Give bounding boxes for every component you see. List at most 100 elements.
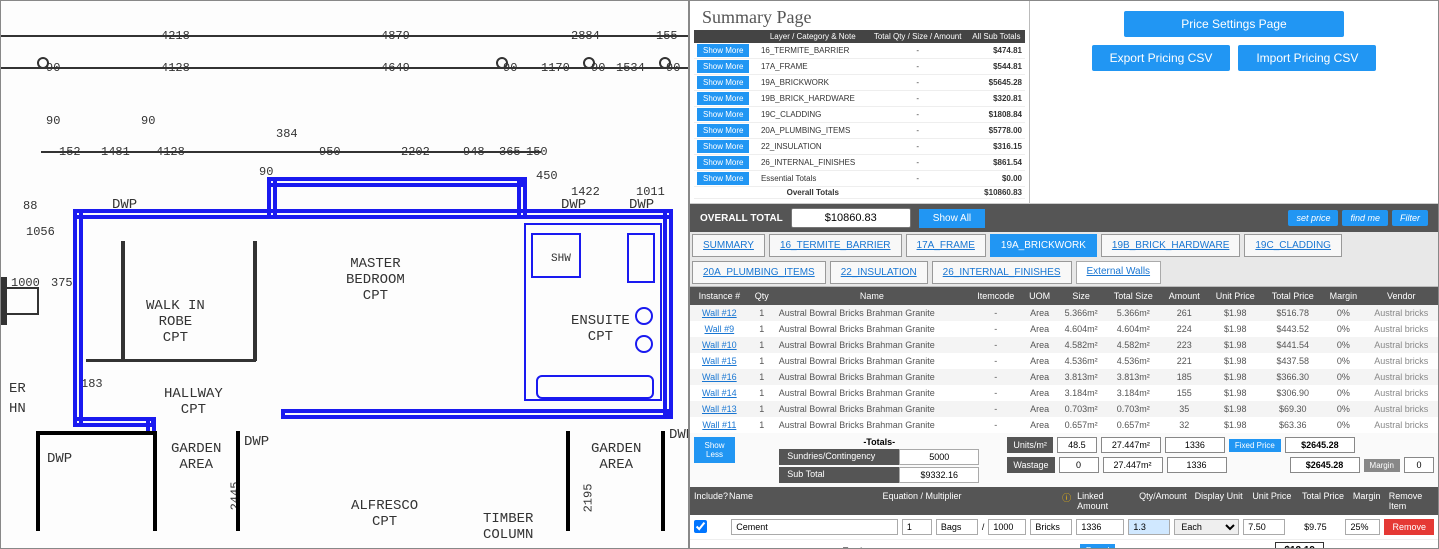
units-m2-label: Units/m² xyxy=(1007,437,1053,453)
overall-total-value[interactable] xyxy=(791,208,911,228)
filter-button[interactable]: Filter xyxy=(1392,210,1428,226)
margin-input[interactable] xyxy=(1404,457,1434,473)
dwp-label: DWP xyxy=(669,427,689,443)
wastage-label: Wastage xyxy=(1007,457,1054,473)
tab-17a_frame[interactable]: 17A_FRAME xyxy=(906,234,986,257)
room-hallway: HALLWAY CPT xyxy=(164,386,223,418)
tab-19a_brickwork[interactable]: 19A_BRICKWORK xyxy=(990,234,1097,257)
dim: 183 xyxy=(81,377,103,391)
dim: 375 xyxy=(51,276,73,290)
tab-19c_cladding[interactable]: 19C_CLADDING xyxy=(1244,234,1342,257)
show-more-button[interactable]: Show More xyxy=(697,44,749,57)
show-more-button[interactable]: Show More xyxy=(697,92,749,105)
summary-page: Summary Page Layer / Category & Note Tot… xyxy=(690,1,1030,203)
dim: 384 xyxy=(276,127,298,141)
instance-link[interactable]: Wall #9 xyxy=(704,324,734,334)
area-readout-2 xyxy=(1103,457,1163,473)
table-row: Wall #141Austral Bowral Bricks Brahman G… xyxy=(690,385,1438,401)
equation-input[interactable] xyxy=(902,519,932,535)
sub-items-header: Include? Name Equation / Multiplier ⓘ Li… xyxy=(690,487,1438,515)
er-label: ER xyxy=(9,381,26,397)
round-button[interactable]: Round xyxy=(1080,544,1116,549)
tab-19b_brick_hardware[interactable]: 19B_BRICK_HARDWARE xyxy=(1101,234,1240,257)
table-row: Wall #111Austral Bowral Bricks Brahman G… xyxy=(690,417,1438,433)
tab-22_insulation[interactable]: 22_INSULATION xyxy=(830,261,928,284)
dwp-label: DWP xyxy=(244,434,269,450)
instance-link[interactable]: Wall #11 xyxy=(702,420,736,430)
linked-amount-input[interactable] xyxy=(1076,519,1124,535)
import-pricing-csv-button[interactable]: Import Pricing CSV xyxy=(1238,45,1376,71)
summary-category: 19A_BRICKWORK xyxy=(758,75,868,91)
include-checkbox[interactable] xyxy=(694,520,707,533)
sundries-value[interactable]: 5000 xyxy=(899,449,979,465)
wastage-input[interactable] xyxy=(1059,457,1099,473)
subtotal-value: $9332.16 xyxy=(899,467,979,483)
floorplan-panel[interactable]: 4218 4879 2884 155 90 4128 4649 90 1170 … xyxy=(0,0,689,549)
overall-total-label: OVERALL TOTAL xyxy=(694,213,783,224)
instance-link[interactable]: Wall #13 xyxy=(702,404,737,414)
show-more-button[interactable]: Show More xyxy=(697,140,749,153)
item-name-input[interactable] xyxy=(731,519,898,535)
show-less-button[interactable]: Show Less xyxy=(694,437,735,463)
show-more-button[interactable]: Show More xyxy=(697,76,749,89)
instance-link[interactable]: Wall #15 xyxy=(702,356,737,366)
margin-button[interactable]: Margin xyxy=(1364,459,1400,472)
line-total: $12.19 xyxy=(1275,542,1324,549)
tab-26_internal_finishes[interactable]: 26_INTERNAL_FINISHES xyxy=(932,261,1072,284)
tab-20a_plumbing_items[interactable]: 20A_PLUMBING_ITEMS xyxy=(692,261,826,284)
dim: 88 xyxy=(23,199,37,213)
instance-link[interactable]: Wall #10 xyxy=(702,340,737,350)
summary-category: 17A_FRAME xyxy=(758,59,868,75)
summary-category: Essential Totals xyxy=(758,171,868,187)
summary-category: 26_INTERNAL_FINISHES xyxy=(758,155,868,171)
remove-button[interactable]: Remove xyxy=(1384,519,1434,535)
dim: 450 xyxy=(536,169,558,183)
units-m2-input[interactable] xyxy=(1057,437,1097,453)
tab-16_termite_barrier[interactable]: 16_TERMITE_BARRIER xyxy=(769,234,902,257)
table-row: Wall #151Austral Bowral Bricks Brahman G… xyxy=(690,353,1438,369)
show-more-button[interactable]: Show More xyxy=(697,60,749,73)
summary-category: 16_TERMITE_BARRIER xyxy=(758,43,868,59)
area-readout xyxy=(1101,437,1161,453)
summary-category: 19C_CLADDING xyxy=(758,107,868,123)
summary-category: 19B_BRICK_HARDWARE xyxy=(758,91,868,107)
room-garden2: GARDEN AREA xyxy=(591,441,641,473)
find-me-button[interactable]: find me xyxy=(1342,210,1388,226)
dim: 1056 xyxy=(26,225,55,239)
qty-amount-input[interactable] xyxy=(1128,519,1170,535)
items-grid: Instance #QtyNameItemcodeUOMSizeTotal Si… xyxy=(690,287,1438,433)
set-price-button[interactable]: set price xyxy=(1288,210,1338,226)
show-more-button[interactable]: Show More xyxy=(697,124,749,137)
info-icon: ⓘ xyxy=(1058,487,1073,515)
equation-unit-input[interactable] xyxy=(936,519,978,535)
fixed-price-button[interactable]: Fixed Price xyxy=(1229,439,1281,452)
instance-link[interactable]: Wall #12 xyxy=(702,308,737,318)
export-pricing-csv-button[interactable]: Export Pricing CSV xyxy=(1092,45,1231,71)
display-unit-select[interactable]: Each xyxy=(1174,519,1239,535)
show-more-button[interactable]: Show More xyxy=(697,156,749,169)
table-row: Wall #121Austral Bowral Bricks Brahman G… xyxy=(690,305,1438,321)
multiplier-unit-input[interactable] xyxy=(1030,519,1072,535)
pricing-panel: Summary Page Layer / Category & Note Tot… xyxy=(689,0,1439,549)
show-more-button[interactable]: Show More xyxy=(697,108,749,121)
table-row: Wall #161Austral Bowral Bricks Brahman G… xyxy=(690,369,1438,385)
room-timber: TIMBER COLUMN xyxy=(483,511,533,543)
summary-category: 20A_PLUMBING_ITEMS xyxy=(758,123,868,139)
price-settings-button[interactable]: Price Settings Page xyxy=(1124,11,1344,37)
qty-readout xyxy=(1165,437,1225,453)
totals-heading: -Totals- xyxy=(779,437,979,447)
room-garden1: GARDEN AREA xyxy=(171,441,221,473)
show-all-button[interactable]: Show All xyxy=(919,209,985,228)
unit-price-input[interactable] xyxy=(1243,519,1285,535)
fixed-price-value-2 xyxy=(1290,457,1360,473)
subtab-external-walls[interactable]: External Walls xyxy=(1076,261,1162,284)
dim: 90 xyxy=(141,114,155,128)
table-row: Wall #131Austral Bowral Bricks Brahman G… xyxy=(690,401,1438,417)
fixed-price-value xyxy=(1285,437,1355,453)
margin-input[interactable] xyxy=(1345,519,1380,535)
show-more-button[interactable]: Show More xyxy=(697,172,749,185)
multiplier-input[interactable] xyxy=(988,519,1026,535)
tab-summary[interactable]: SUMMARY xyxy=(692,234,765,257)
instance-link[interactable]: Wall #16 xyxy=(702,372,737,382)
instance-link[interactable]: Wall #14 xyxy=(702,388,737,398)
